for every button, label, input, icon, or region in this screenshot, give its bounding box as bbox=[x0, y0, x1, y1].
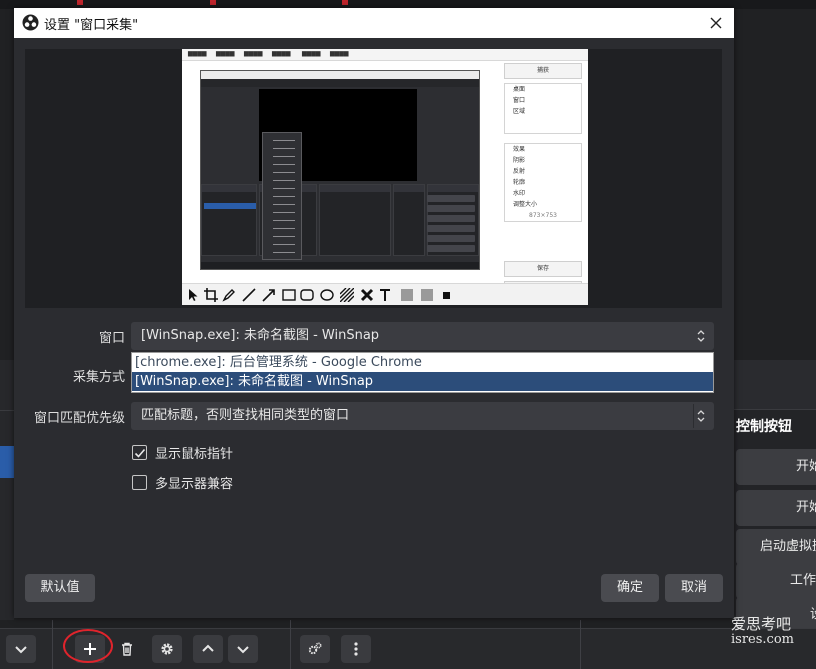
window-select-value: [WinSnap.exe]: 未命名截图 - WinSnap bbox=[141, 328, 380, 343]
more-options-button[interactable] bbox=[341, 635, 371, 663]
red-marker bbox=[342, 0, 348, 5]
red-marker bbox=[77, 0, 83, 5]
preview-size-text: 873×753 bbox=[529, 212, 557, 219]
preview-option: 桌面 bbox=[513, 86, 526, 93]
dock-header-band bbox=[734, 360, 816, 410]
capture-method-label: 采集方式 bbox=[72, 370, 125, 385]
preview-save-button: 保存 bbox=[504, 261, 582, 277]
close-icon bbox=[710, 17, 722, 29]
dialog-titlebar: 设置 "窗口采集" bbox=[14, 8, 734, 38]
close-button[interactable] bbox=[704, 11, 728, 35]
selected-scene-highlight[interactable] bbox=[0, 446, 14, 478]
preview-effects-group: 效果 阴影 反射 轮廓 水印 调整大小 873×753 bbox=[504, 143, 582, 222]
chevron-down-icon bbox=[237, 646, 249, 654]
preview-option: 调整大小 bbox=[513, 201, 538, 208]
watermark-line2: isres.com bbox=[731, 632, 794, 647]
window-option-winsnap[interactable]: [WinSnap.exe]: 未命名截图 - WinSnap bbox=[132, 372, 713, 391]
preview-capture-button: 捕获 bbox=[504, 63, 582, 79]
preview-menubar: ▆▆▆▆ ▆▆▆▆ ▆▆▆▆ ▆▆▆▆ ▆▆▆▆ ▆▆▆▆ bbox=[182, 49, 588, 61]
window-dropdown-list: [chrome.exe]: 后台管理系统 - Google Chrome [Wi… bbox=[131, 352, 714, 393]
preview-option: 水印 bbox=[513, 190, 526, 197]
multi-display-checkbox[interactable] bbox=[132, 475, 147, 490]
preview-option: 阴影 bbox=[513, 157, 526, 164]
preview-option: 窗口 bbox=[513, 97, 526, 104]
start-recording-button[interactable]: 开始 bbox=[736, 490, 816, 526]
start-virtual-camera-button[interactable]: 启动虚拟摄 bbox=[736, 529, 816, 565]
multi-display-row[interactable]: 多显示器兼容 bbox=[132, 473, 233, 492]
red-marker bbox=[210, 0, 216, 5]
watermark: 爱思考吧 isres.com bbox=[731, 616, 794, 648]
chevron-up-icon bbox=[202, 644, 214, 652]
remove-source-button[interactable] bbox=[112, 635, 142, 663]
chevron-down-icon bbox=[15, 646, 27, 654]
gear-icon bbox=[161, 643, 173, 655]
preview-obs-window bbox=[200, 70, 480, 270]
preview-winsnap-sidebar: 捕获 桌面 窗口 区域 效果 阴影 反射 轮廓 水印 调整大小 873×753 … bbox=[502, 63, 584, 301]
show-cursor-row[interactable]: 显示鼠标指针 bbox=[132, 443, 233, 462]
audio-mixer-settings-button[interactable] bbox=[300, 635, 330, 663]
vertical-dots-icon bbox=[354, 642, 358, 656]
toolbar-divider bbox=[580, 620, 581, 669]
source-properties-button[interactable] bbox=[152, 635, 182, 663]
combo-separator bbox=[693, 404, 694, 428]
highlight-circle bbox=[63, 629, 113, 663]
preview-captured-window: ▆▆▆▆ ▆▆▆▆ ▆▆▆▆ ▆▆▆▆ ▆▆▆▆ ▆▆▆▆ 捕获 桌面 窗口 区… bbox=[182, 49, 588, 305]
panel-divider bbox=[0, 410, 14, 411]
show-cursor-checkbox[interactable] bbox=[132, 445, 147, 460]
defaults-button[interactable]: 默认值 bbox=[25, 574, 95, 602]
window-option-chrome[interactable]: [chrome.exe]: 后台管理系统 - Google Chrome bbox=[132, 353, 713, 372]
window-capture-properties-dialog: 设置 "窗口采集" ▆▆▆▆▆▆▆▆▆▆▆▆▆▆▆▆▆▆▆▆▆▆▆▆ bbox=[14, 8, 734, 618]
source-up-button[interactable] bbox=[193, 635, 223, 663]
preview-option: 反射 bbox=[513, 168, 526, 175]
gears-icon bbox=[308, 642, 322, 655]
watermark-line1: 爱思考吧 bbox=[731, 615, 792, 633]
scene-down-button[interactable] bbox=[6, 635, 36, 663]
preview-group-title: 效果 bbox=[513, 146, 526, 153]
controls-dock-title: 控制按钮 bbox=[736, 419, 792, 435]
multi-display-label: 多显示器兼容 bbox=[155, 477, 234, 492]
updown-chevron-icon bbox=[697, 410, 705, 422]
capture-preview: ▆▆▆▆ ▆▆▆▆ ▆▆▆▆ ▆▆▆▆ ▆▆▆▆ ▆▆▆▆ 捕获 桌面 窗口 区… bbox=[25, 49, 722, 308]
start-streaming-button[interactable]: 开始 bbox=[736, 449, 816, 485]
preview-option: 轮廓 bbox=[513, 179, 526, 186]
window-select[interactable]: [WinSnap.exe]: 未命名截图 - WinSnap bbox=[131, 322, 714, 350]
toolbar-divider bbox=[52, 620, 53, 669]
obs-logo-icon bbox=[22, 14, 39, 31]
updown-chevron-icon bbox=[697, 330, 705, 342]
cancel-button[interactable]: 取消 bbox=[665, 574, 723, 602]
window-label: 窗口 bbox=[98, 331, 125, 346]
preview-drawing-toolbar bbox=[182, 283, 588, 305]
scenes-panel-edge bbox=[0, 360, 14, 620]
match-priority-value: 匹配标题，否则查找相同类型的窗口 bbox=[141, 408, 350, 423]
studio-mode-button[interactable]: 工作 bbox=[736, 563, 816, 599]
toolbar-divider bbox=[290, 620, 291, 669]
dialog-title: 设置 "窗口采集" bbox=[44, 18, 139, 33]
preview-capture-group: 桌面 窗口 区域 bbox=[504, 83, 582, 134]
ok-button[interactable]: 确定 bbox=[601, 574, 659, 602]
match-priority-label: 窗口匹配优先级 bbox=[33, 411, 125, 426]
preview-option: 区域 bbox=[513, 108, 526, 115]
preview-context-menu bbox=[262, 132, 302, 260]
source-down-button[interactable] bbox=[228, 635, 258, 663]
show-cursor-label: 显示鼠标指针 bbox=[155, 447, 234, 462]
match-priority-select[interactable]: 匹配标题，否则查找相同类型的窗口 bbox=[131, 402, 714, 430]
trash-icon bbox=[122, 642, 132, 656]
checkmark-icon bbox=[134, 448, 145, 458]
